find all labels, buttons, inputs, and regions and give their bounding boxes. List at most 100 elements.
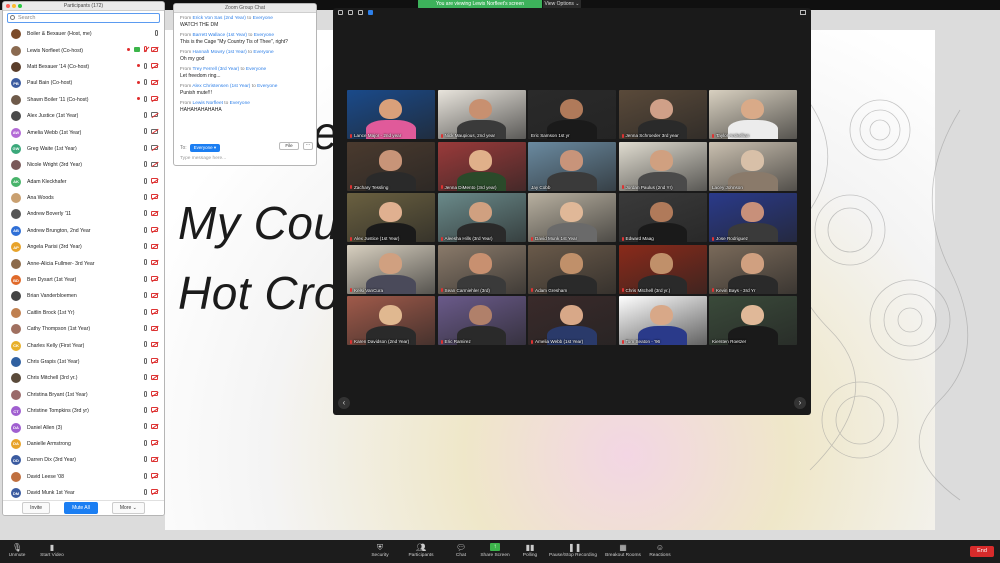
participant-row[interactable]: CK Charles Kelly (First Year)	[3, 337, 164, 353]
participant-row[interactable]: Andrew Boverly '11	[3, 206, 164, 222]
video-off-icon	[151, 276, 158, 282]
reactions-label: Reactions	[649, 553, 671, 558]
participant-name: Charles Kelly (First Year)	[27, 342, 85, 349]
video-tile[interactable]: Amelia Webb (1st Year)	[528, 296, 616, 345]
chat-file-button[interactable]: File	[279, 142, 299, 150]
participant-row[interactable]: AK Adam Kleckhafer	[3, 174, 164, 190]
video-tile[interactable]: Chris Mitchell (3rd yr.)	[618, 244, 707, 294]
video-tile[interactable]: Aleesha Hills (3rd Year)	[437, 193, 526, 242]
participant-row[interactable]: Matt Bexauer '14 (Co-host)	[3, 59, 164, 75]
video-tile[interactable]: Jordan Paulus (2nd Yr)	[618, 141, 707, 191]
participant-row[interactable]: Boiler & Bexauer (Host, me)	[3, 26, 164, 42]
mic-muted-icon	[531, 236, 533, 241]
mute-all-button[interactable]: Mute All	[64, 502, 98, 514]
exit-fullscreen-icon[interactable]	[800, 10, 806, 15]
close-window-button[interactable]	[6, 4, 10, 8]
participant-row[interactable]: Shawn Boiler '11 (Co-host)	[3, 92, 164, 108]
invite-button[interactable]: Invite	[22, 502, 51, 514]
video-tile[interactable]: Karen Davidson (2nd Year)	[347, 296, 435, 345]
layout-icon[interactable]	[348, 10, 353, 15]
gallery-view-controls	[338, 10, 373, 15]
participant-row[interactable]: GW Greg Waite (1st Year)	[3, 141, 164, 157]
participant-row[interactable]: Nicole Wright (3rd Year)	[3, 157, 164, 173]
video-tile-label: Nick Maupious, 2nd year	[444, 133, 496, 138]
video-tile[interactable]: Kevin Bays - 3rd Yr	[709, 244, 797, 294]
participant-row[interactable]: AP Angela Parisi (3rd Year)	[3, 239, 164, 255]
slide-line-2: Hot Cro	[178, 267, 340, 319]
minimize-window-button[interactable]	[12, 4, 16, 8]
participant-row[interactable]: Chris Mitchell (3rd yr.)	[3, 370, 164, 386]
video-tile-name: Eric Samson 1st yr	[531, 133, 570, 138]
participant-search-input[interactable]: Search	[7, 13, 160, 23]
participant-row[interactable]: Ana Woods	[3, 190, 164, 206]
participant-row[interactable]: DA Daniel Allen (3)	[3, 419, 164, 435]
chat-message-input[interactable]: Type message here...	[180, 156, 226, 161]
video-tile[interactable]: Zachary Tessling	[347, 141, 435, 191]
end-meeting-button[interactable]: End	[970, 546, 994, 557]
maximize-window-button[interactable]	[18, 4, 22, 8]
video-tile[interactable]: David Munk 1st Year	[528, 193, 616, 242]
video-tile[interactable]: Adam Gresham	[528, 244, 616, 294]
layout-icon[interactable]	[358, 10, 363, 15]
video-tile[interactable]: Lacey Johnson	[709, 141, 797, 191]
mic-muted-icon	[712, 236, 714, 241]
participant-status-icons	[144, 193, 158, 200]
video-tile[interactable]: Tom Seaton - '96	[618, 296, 707, 345]
video-tile[interactable]: Alex Justice (1st Year)	[347, 193, 435, 242]
participant-row[interactable]: Brian Vanderbloemen	[3, 288, 164, 304]
chat-recipient-dropdown[interactable]: Everyone ▾	[189, 144, 221, 152]
video-tile[interactable]: Lance Major - 2nd year	[347, 90, 435, 139]
video-tile-label: Jose Rodriguez	[716, 236, 748, 241]
gallery-layout-icon[interactable]	[368, 10, 373, 15]
video-tile[interactable]: Kiersten Roetzer	[709, 296, 797, 345]
video-off-icon	[151, 46, 158, 52]
reactions-button[interactable]: ☺ Reactions	[630, 543, 690, 558]
participant-row[interactable]: David Leese '08	[3, 469, 164, 485]
next-page-button[interactable]: ›	[794, 397, 806, 409]
participant-row[interactable]: Lewis Norfleet (Co-host)	[3, 42, 164, 58]
video-tile[interactable]: Jenna Schroeder 3rd year	[618, 90, 707, 139]
start-video-button[interactable]: ▮ Start Video	[22, 543, 82, 558]
video-tile-label: Sean Carmiehler (3rd)	[444, 287, 490, 293]
mic-muted-icon	[621, 339, 624, 344]
video-tile[interactable]: Eric Samson 1st yr	[528, 90, 616, 139]
layout-icon[interactable]	[338, 10, 343, 15]
avatar	[11, 61, 21, 72]
video-tile-label: Jordan Paulus (2nd Yr)	[625, 184, 673, 190]
participant-row[interactable]: Alex Justice (1st Year)	[3, 108, 164, 124]
video-tile[interactable]: Jenna DiMento (3rd year)	[437, 141, 526, 191]
participant-row[interactable]: Christina Bryant (1st Year)	[3, 387, 164, 403]
participant-row[interactable]: AB Andrew Brungton, 2nd Year	[3, 223, 164, 239]
participant-row[interactable]: PB Paul Bain (Co-host)	[3, 75, 164, 91]
video-tile[interactable]: Kelsi VanCura	[347, 244, 435, 294]
avatar	[11, 307, 21, 318]
participant-status-icons	[144, 161, 158, 168]
participant-row[interactable]: AW Amelia Webb (1st Year)	[3, 124, 164, 140]
person-face	[650, 150, 674, 171]
participant-row[interactable]: Chris Grapis (1st Year)	[3, 354, 164, 370]
video-tile[interactable]: Nick Maupious, 2nd year	[437, 90, 526, 139]
video-tile[interactable]: Eric Ramirez	[437, 296, 526, 345]
participant-row[interactable]: DD Darren Dix (3rd Year)	[3, 452, 164, 468]
mic-muted-icon	[440, 288, 443, 292]
avatar: BD	[11, 275, 21, 286]
video-tile[interactable]: Jay Cobb	[528, 141, 616, 191]
avatar	[11, 357, 21, 367]
chat-more-button[interactable]: ···	[303, 142, 313, 150]
participant-row[interactable]: BD Ben Dysart (1st Year)	[3, 272, 164, 288]
participant-row[interactable]: DA Danielle Armstrong	[3, 436, 164, 452]
previous-page-button[interactable]: ‹	[338, 397, 350, 409]
more-button[interactable]: More ⌄	[111, 502, 145, 514]
video-tile[interactable]: Edward Maag	[618, 193, 707, 242]
participant-row[interactable]: CT Christine Tompkins (3rd yr)	[3, 403, 164, 419]
video-tile[interactable]: Taylor Arskellian	[709, 90, 797, 139]
participants-panel: Participants (172) Search Boiler & Bexau…	[2, 1, 165, 516]
participant-row[interactable]: Cathy Thompson (1st Year)	[3, 321, 164, 337]
participant-row[interactable]: Anne-Alicia Fullmer- 3rd Year	[3, 255, 164, 271]
video-tile[interactable]: Jose Rodriguez	[709, 193, 797, 242]
participant-row[interactable]: DM David Munk 1st Year	[3, 485, 164, 501]
participant-status-icons	[137, 79, 158, 86]
video-tile[interactable]: Sean Carmiehler (3rd)	[437, 244, 526, 294]
person-face	[740, 150, 764, 171]
participant-row[interactable]: Caitlin Brock (1st Yr)	[3, 305, 164, 321]
